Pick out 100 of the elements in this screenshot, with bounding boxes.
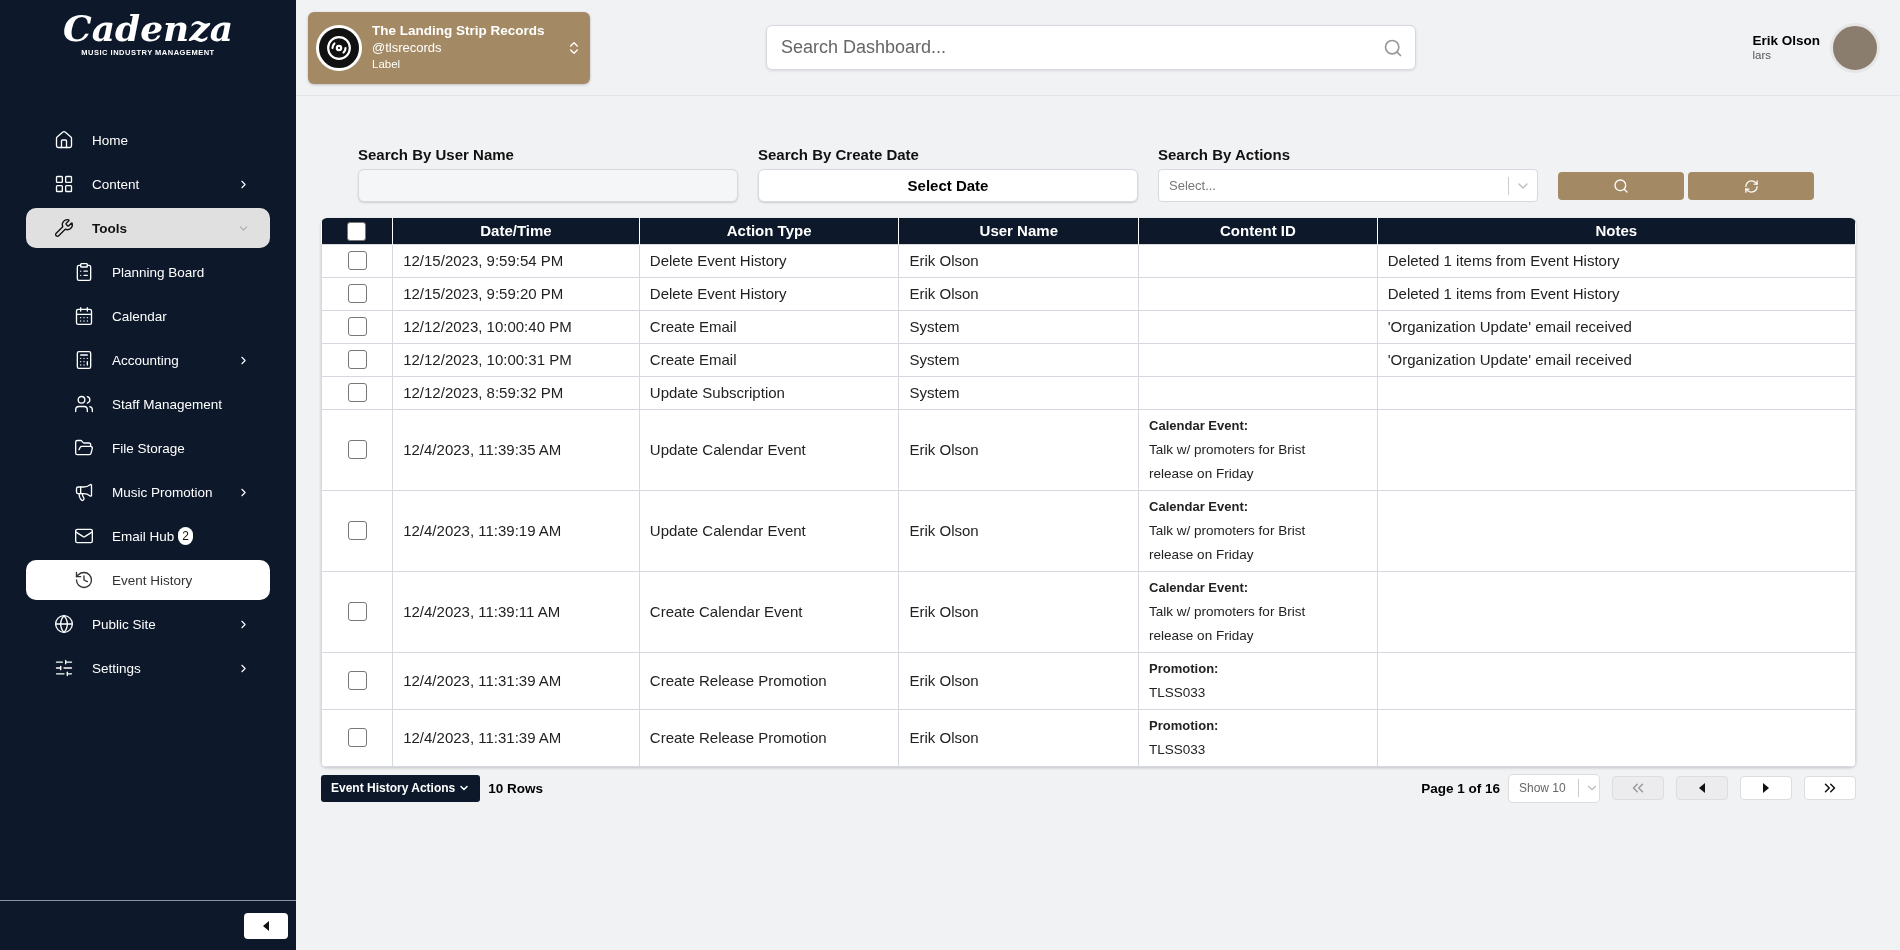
calendar-icon bbox=[74, 306, 94, 326]
envelope-icon bbox=[74, 526, 94, 546]
table-cell: Erik Olson bbox=[899, 244, 1139, 277]
row-checkbox[interactable] bbox=[347, 671, 367, 691]
table-cell: Delete Event History bbox=[639, 277, 899, 310]
refresh-icon bbox=[1743, 178, 1759, 194]
select-all-checkbox[interactable] bbox=[347, 221, 367, 241]
avatar-placeholder[interactable] bbox=[1830, 22, 1880, 73]
column-header: Date/Time bbox=[392, 218, 640, 244]
table-cell: Erik Olson bbox=[899, 490, 1139, 571]
content-type-label: Calendar Event: bbox=[1149, 416, 1250, 435]
row-checkbox[interactable] bbox=[347, 251, 367, 271]
table-cell: 12/4/2023, 11:31:39 AM bbox=[392, 709, 640, 766]
table-cell: Deleted 1 items from Event History bbox=[1377, 277, 1856, 310]
filter-label: Search By User Name bbox=[358, 146, 515, 163]
content-description: Talk w/ promoters for Brist release on Friday bbox=[1149, 440, 1307, 483]
sidebar-item[interactable]: Home bbox=[26, 120, 270, 160]
sidebar-item[interactable]: Staff Management bbox=[26, 384, 270, 424]
search-bar[interactable]: Search Dashboard... bbox=[766, 25, 1416, 70]
table-cell: 12/12/2023, 10:00:40 PM bbox=[392, 310, 640, 343]
date-picker-button[interactable]: Select Date bbox=[758, 169, 1138, 202]
megaphone-icon bbox=[74, 482, 94, 502]
clipboard-icon bbox=[74, 262, 94, 282]
table-cell: Erik Olson bbox=[899, 709, 1139, 766]
table-cell: Delete Event History bbox=[639, 244, 899, 277]
row-checkbox[interactable] bbox=[347, 350, 367, 370]
table-cell: Update Subscription bbox=[639, 376, 899, 409]
row-checkbox[interactable] bbox=[347, 383, 367, 403]
table-cell: System bbox=[899, 310, 1139, 343]
row-checkbox[interactable] bbox=[347, 521, 367, 541]
sidebar-item[interactable]: Tools bbox=[26, 208, 270, 248]
sidebar-item[interactable]: Public Site bbox=[26, 604, 270, 644]
content-description: Talk w/ promoters for Brist release on Friday bbox=[1149, 521, 1307, 564]
page-size-select[interactable]: Show 10 bbox=[1508, 773, 1600, 803]
search-icon bbox=[1613, 178, 1629, 194]
table-cell: System bbox=[899, 343, 1139, 376]
row-checkbox[interactable] bbox=[347, 440, 367, 460]
table-cell: Erik Olson bbox=[899, 277, 1139, 310]
row-checkbox[interactable] bbox=[347, 728, 367, 748]
sidebar-item[interactable]: Settings bbox=[26, 648, 270, 688]
triangle-right-icon bbox=[1763, 783, 1769, 793]
row-checkbox[interactable] bbox=[347, 602, 367, 622]
column-header: Notes bbox=[1377, 218, 1856, 244]
table-cell: Create Release Promotion bbox=[639, 709, 899, 766]
user-name-field[interactable] bbox=[358, 169, 738, 202]
last-page-button[interactable] bbox=[1804, 776, 1856, 800]
table-cell: Erik Olson bbox=[899, 571, 1139, 652]
actions-select[interactable]: Select... bbox=[1158, 169, 1538, 202]
table-cell: Update Calendar Event bbox=[639, 409, 899, 490]
people-icon bbox=[74, 394, 94, 414]
grid-icon bbox=[54, 174, 74, 194]
content-type-label: Promotion: bbox=[1149, 659, 1220, 678]
table-cell: Create Release Promotion bbox=[639, 652, 899, 709]
table-cell: 12/4/2023, 11:31:39 AM bbox=[392, 652, 640, 709]
account-name: The Landing Strip Records bbox=[372, 22, 546, 39]
table-cell: Create Calendar Event bbox=[639, 571, 899, 652]
column-header: User Name bbox=[899, 218, 1139, 244]
page-indicator: Page 1 of 16 bbox=[1421, 780, 1500, 796]
user-handle: lars bbox=[1752, 47, 1772, 63]
table-cell: 'Organization Update' email received bbox=[1377, 310, 1856, 343]
row-count: 10 Rows bbox=[488, 780, 544, 796]
table-cell: Update Calendar Event bbox=[639, 490, 899, 571]
row-checkbox[interactable] bbox=[347, 284, 367, 304]
table-cell: 12/4/2023, 11:39:11 AM bbox=[392, 571, 640, 652]
column-header: Content ID bbox=[1138, 218, 1378, 244]
filter-label: Search By Actions bbox=[1158, 146, 1291, 163]
globe-icon bbox=[54, 614, 74, 634]
sidebar-item[interactable]: Music Promotion bbox=[26, 472, 270, 512]
table-cell: Deleted 1 items from Event History bbox=[1377, 244, 1856, 277]
account-type: Label bbox=[372, 57, 402, 72]
content-description: Talk w/ promoters for Brist release on Friday bbox=[1149, 602, 1307, 645]
content-description: TLSS033 bbox=[1149, 740, 1207, 759]
sidebar-item[interactable]: Email Hub 2 bbox=[26, 516, 270, 556]
table-cell: Create Email bbox=[639, 343, 899, 376]
sidebar-item[interactable]: Content bbox=[26, 164, 270, 204]
content-type-label: Promotion: bbox=[1149, 716, 1220, 735]
label-logo-icon bbox=[316, 24, 362, 71]
next-page-button[interactable] bbox=[1740, 776, 1792, 800]
table-cell: System bbox=[899, 376, 1139, 409]
table-cell: 'Organization Update' email received bbox=[1377, 343, 1856, 376]
collapse-sidebar-button[interactable] bbox=[244, 912, 288, 939]
sidebar-item[interactable]: Accounting bbox=[26, 340, 270, 380]
wrench-icon bbox=[54, 218, 74, 238]
content-type-label: Calendar Event: bbox=[1149, 578, 1250, 597]
sidebar-item[interactable]: File Storage bbox=[26, 428, 270, 468]
table-cell: 12/15/2023, 9:59:20 PM bbox=[392, 277, 640, 310]
actions-dropdown-button[interactable]: Event History Actions bbox=[321, 774, 481, 802]
table-cell: 12/4/2023, 11:39:35 AM bbox=[392, 409, 640, 490]
sliders-icon bbox=[54, 658, 74, 678]
logo-wordmark: Cadenza bbox=[63, 8, 233, 48]
sidebar-item[interactable]: Event History bbox=[26, 560, 270, 600]
column-header: Action Type bbox=[639, 218, 899, 244]
sidebar-item[interactable]: Planning Board bbox=[26, 252, 270, 292]
clock-icon bbox=[74, 570, 94, 590]
table-cell: 12/12/2023, 8:59:32 PM bbox=[392, 376, 640, 409]
triangle-left-icon bbox=[1699, 783, 1705, 793]
row-checkbox[interactable] bbox=[347, 317, 367, 337]
calculator-icon bbox=[74, 350, 94, 370]
table-cell: 12/12/2023, 10:00:31 PM bbox=[392, 343, 640, 376]
sidebar-item[interactable]: Calendar bbox=[26, 296, 270, 336]
